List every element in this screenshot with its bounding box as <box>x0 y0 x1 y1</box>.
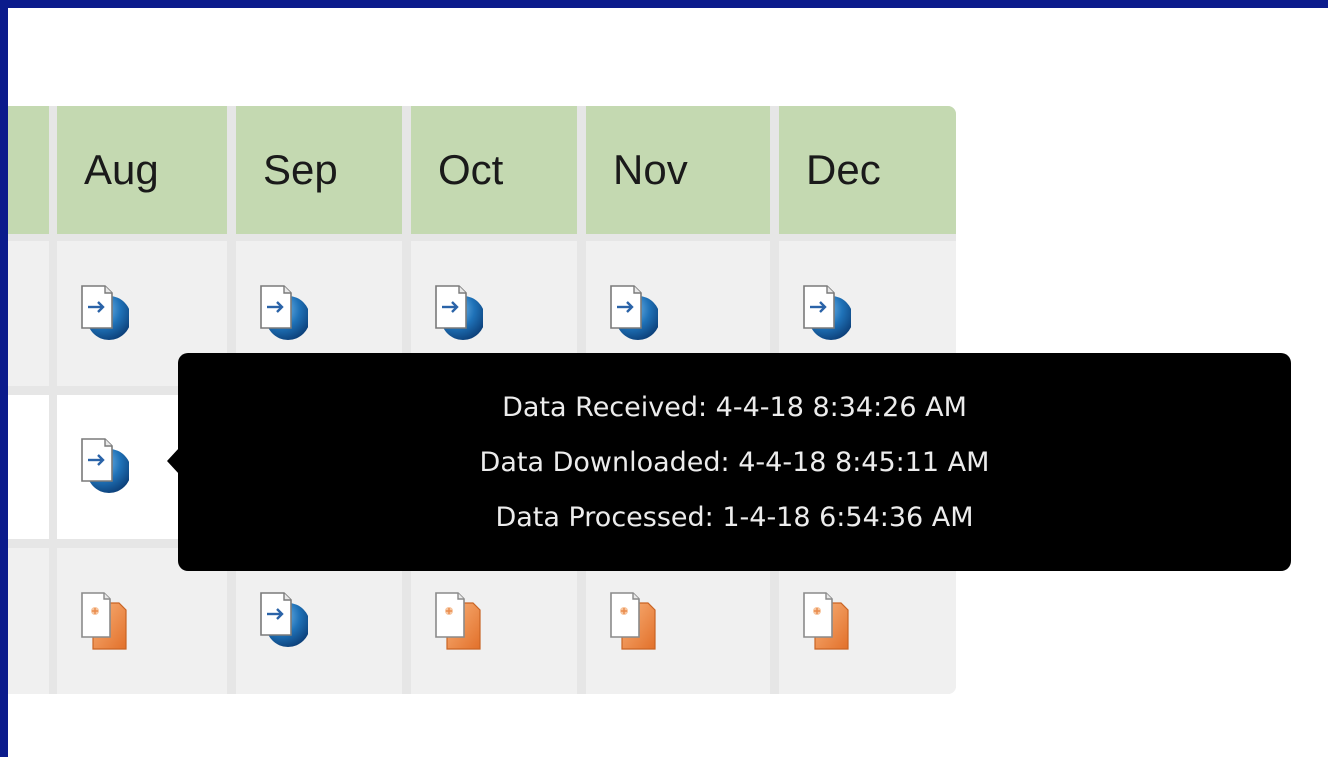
table-cell <box>8 241 49 386</box>
header-oct: Oct <box>411 106 577 234</box>
tooltip-downloaded: Data Downloaded: 4-4-18 8:45:11 AM <box>479 446 990 478</box>
download-icon[interactable] <box>258 589 308 653</box>
table-cell <box>8 548 49 694</box>
pending-file-icon[interactable] <box>79 589 129 653</box>
download-icon[interactable] <box>79 435 129 499</box>
download-icon[interactable] <box>801 282 851 346</box>
header-sep: Sep <box>236 106 402 234</box>
header-nov: Nov <box>586 106 770 234</box>
header-aug: Aug <box>57 106 227 234</box>
tooltip-received: Data Received: 4-4-18 8:34:26 AM <box>502 391 967 423</box>
tooltip-processed: Data Processed: 1-4-18 6:54:36 AM <box>495 501 974 533</box>
header-cell-partial <box>8 106 49 234</box>
pending-file-icon[interactable] <box>433 589 483 653</box>
header-dec: Dec <box>779 106 956 234</box>
table-cell <box>8 395 49 539</box>
download-icon[interactable] <box>608 282 658 346</box>
download-icon[interactable] <box>433 282 483 346</box>
download-icon[interactable] <box>258 282 308 346</box>
page-canvas: Aug Sep Oct Nov Dec Data Received: 4-4-1… <box>8 8 1328 757</box>
download-icon[interactable] <box>79 282 129 346</box>
status-tooltip: Data Received: 4-4-18 8:34:26 AM Data Do… <box>167 353 1291 571</box>
pending-file-icon[interactable] <box>801 589 851 653</box>
tooltip-arrow <box>167 448 179 474</box>
pending-file-icon[interactable] <box>608 589 658 653</box>
